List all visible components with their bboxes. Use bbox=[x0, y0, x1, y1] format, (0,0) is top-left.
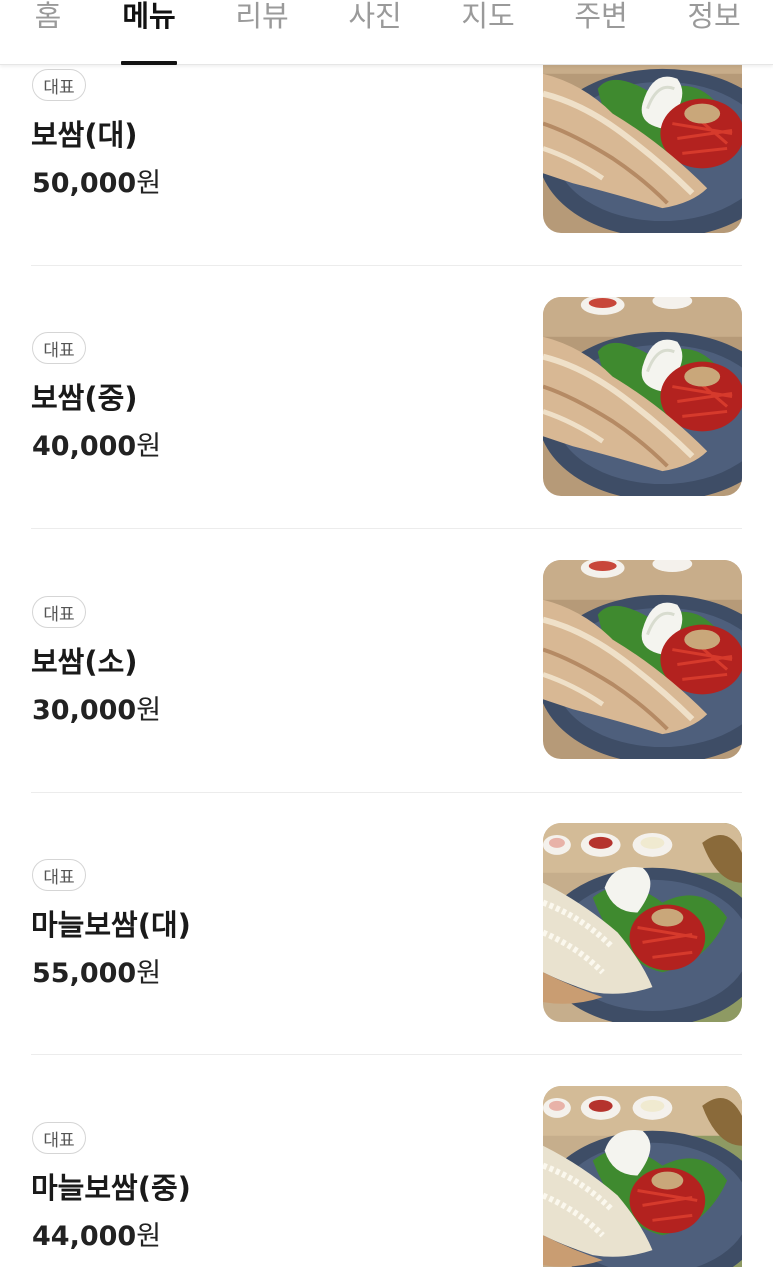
menu-item-name: 보쌈(중) bbox=[31, 381, 138, 415]
menu-item-photo[interactable] bbox=[543, 297, 742, 496]
price-value: 30,000 bbox=[32, 695, 137, 726]
signature-badge: 대표 bbox=[32, 1122, 86, 1154]
active-tab-indicator bbox=[121, 61, 177, 65]
signature-badge: 대표 bbox=[32, 596, 86, 628]
divider bbox=[31, 528, 742, 529]
tab-home[interactable]: 홈 bbox=[32, 0, 64, 64]
tab-bar: 홈 메뉴 리뷰 사진 지도 주변 정보 bbox=[0, 0, 773, 65]
divider bbox=[31, 1054, 742, 1055]
divider bbox=[31, 792, 742, 793]
price-unit: 원 bbox=[136, 431, 162, 462]
price-unit: 원 bbox=[136, 958, 162, 989]
menu-item-name: 마늘보쌈(대) bbox=[31, 908, 191, 942]
signature-badge: 대표 bbox=[32, 69, 86, 101]
signature-badge: 대표 bbox=[32, 332, 86, 364]
menu-item-photo[interactable] bbox=[543, 560, 742, 759]
menu-item-price: 50,000원 bbox=[32, 161, 161, 200]
menu-item-photo[interactable] bbox=[543, 1086, 742, 1267]
menu-item-price: 40,000원 bbox=[32, 424, 161, 463]
price-unit: 원 bbox=[136, 168, 162, 199]
tab-nearby[interactable]: 주변 bbox=[573, 0, 629, 64]
price-value: 55,000 bbox=[32, 958, 137, 989]
price-unit: 원 bbox=[136, 1221, 162, 1252]
menu-item-name: 보쌈(소) bbox=[31, 645, 138, 679]
menu-item-photo[interactable] bbox=[543, 823, 742, 1022]
tab-menu[interactable]: 메뉴 bbox=[121, 0, 177, 65]
price-value: 40,000 bbox=[32, 431, 137, 462]
menu-item-name: 마늘보쌈(중) bbox=[31, 1171, 191, 1205]
price-value: 44,000 bbox=[32, 1221, 137, 1252]
menu-item-price: 30,000원 bbox=[32, 688, 161, 727]
tab-info[interactable]: 정보 bbox=[686, 0, 742, 64]
price-unit: 원 bbox=[136, 695, 162, 726]
tab-photos[interactable]: 사진 bbox=[347, 0, 403, 64]
menu-item-name: 보쌈(대) bbox=[31, 118, 138, 152]
divider bbox=[31, 265, 742, 266]
menu-item-price: 55,000원 bbox=[32, 951, 161, 990]
tab-reviews[interactable]: 리뷰 bbox=[234, 0, 290, 64]
tab-map[interactable]: 지도 bbox=[460, 0, 516, 64]
price-value: 50,000 bbox=[32, 168, 137, 199]
signature-badge: 대표 bbox=[32, 859, 86, 891]
menu-item-price: 44,000원 bbox=[32, 1214, 161, 1253]
